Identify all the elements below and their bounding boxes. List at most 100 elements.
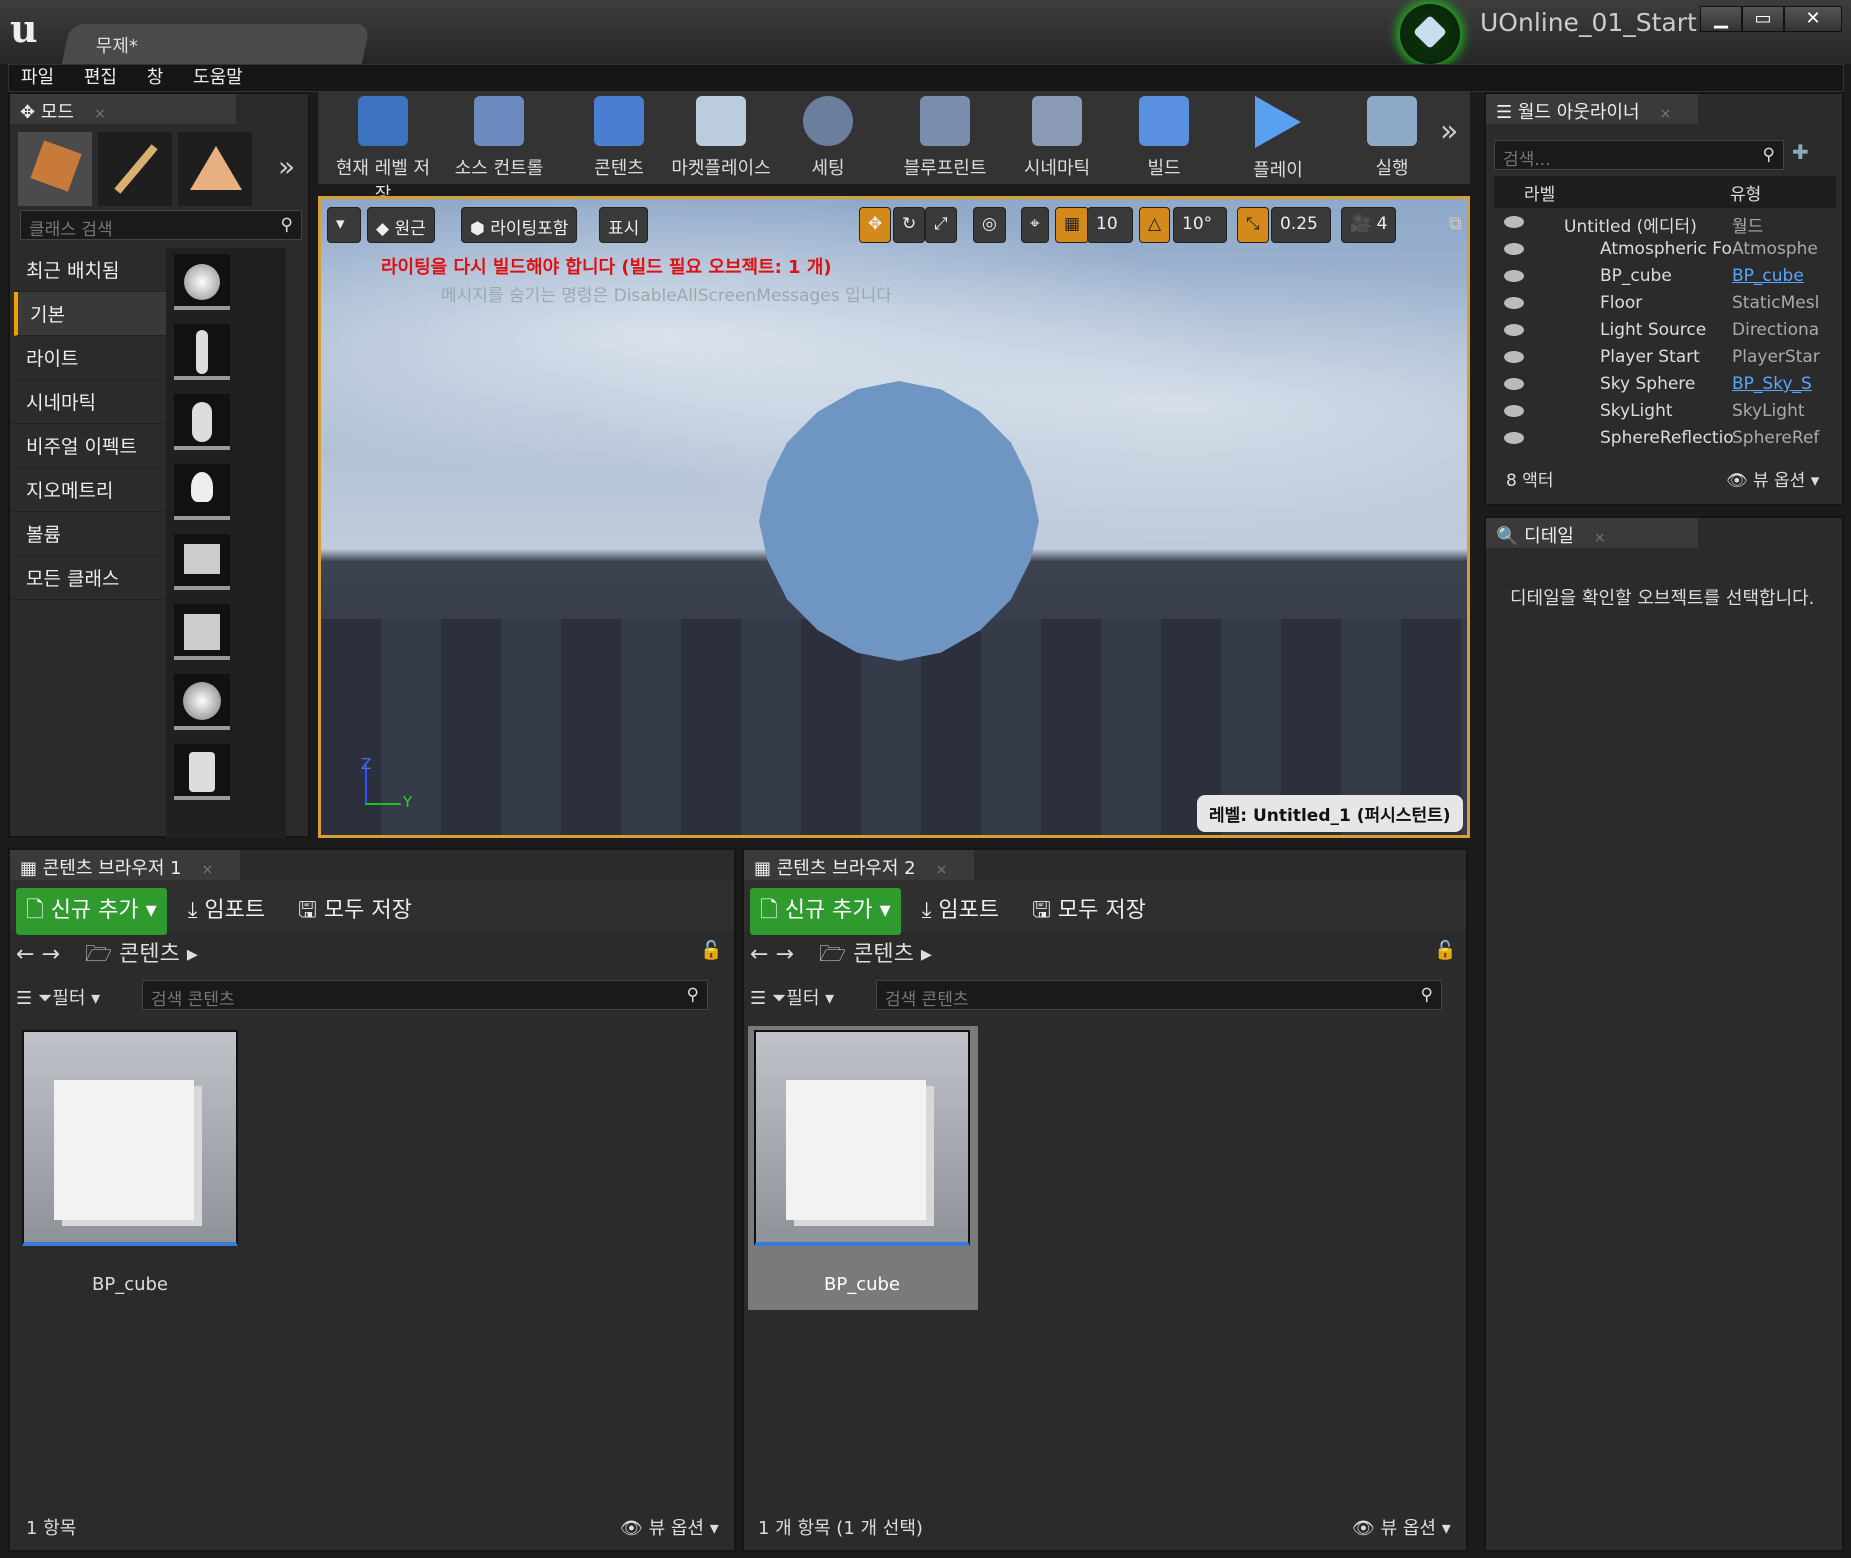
close-icon[interactable]: × [936,862,948,878]
list-item[interactable]: Atmospheric Fo Atmosphe [1494,239,1826,266]
category-basic[interactable]: 기본 [14,292,166,336]
view-options-button[interactable]: 👁 뷰 옵션 ▾ [620,1514,719,1540]
category-cinematic[interactable]: 시네마틱 [14,380,166,424]
grid-snap-icon[interactable]: ▦ [1055,207,1090,243]
rotation-snap-icon[interactable]: △ [1139,207,1171,243]
list-item[interactable]: SkyLight SkyLight [1494,401,1826,428]
rotate-icon[interactable]: ↻ [893,207,926,243]
menu-window[interactable]: 창 [135,65,176,91]
visibility-eye-icon[interactable] [1504,405,1524,417]
column-label[interactable]: 라벨 [1524,180,1555,205]
play-button[interactable]: 플레이 [1238,96,1318,181]
list-item[interactable]: Sky Sphere BP_Sky_S [1494,374,1826,401]
category-recent[interactable]: 최근 배치됨 [14,248,166,292]
visibility-eye-icon[interactable] [1504,432,1524,444]
translate-icon[interactable]: ✥ [859,207,892,243]
outliner-search-input[interactable]: 검색... ⚲ [1494,140,1784,170]
content-browser-2-tab[interactable]: ▦ 콘텐츠 브라우저 2 × [744,850,974,880]
lit-button[interactable]: ⬢ 라이팅포함 [461,207,578,243]
asset-thumbnail[interactable] [22,1030,238,1246]
forward-arrow-icon[interactable]: → [41,942,59,967]
lock-icon[interactable]: 🔓 [1434,940,1456,961]
more-toolbar-icon[interactable]: » [1440,114,1458,149]
show-button[interactable]: 표시 [599,207,649,243]
category-volumes[interactable]: 볼륨 [14,512,166,556]
document-tab[interactable]: 무제* [61,24,371,64]
maximize-button[interactable]: ▭ [1742,6,1784,32]
content-search-input[interactable]: 검색 콘텐츠 ⚲ [142,980,708,1010]
camera-speed-icon[interactable]: 🎥 4 [1341,207,1397,243]
path-arrow-icon[interactable]: ▸ [187,942,198,967]
actor-empty-icon[interactable] [174,254,230,310]
save-all-button[interactable]: 🖫 모두 저장 [298,898,412,923]
more-modes-icon[interactable]: » [278,150,295,183]
rotation-snap-value[interactable]: 10° [1173,207,1227,243]
category-visual-effects[interactable]: 비주얼 이펙트 [14,424,166,468]
world-space-icon[interactable]: ◎ [973,207,1006,243]
visibility-eye-icon[interactable] [1504,351,1524,363]
close-icon[interactable]: × [1594,530,1606,546]
place-mode-icon[interactable] [18,132,92,206]
visibility-eye-icon[interactable] [1504,297,1524,309]
type-link[interactable]: BP_cube [1732,266,1822,286]
close-button[interactable]: ✕ [1784,6,1842,32]
visibility-eye-icon[interactable] [1504,270,1524,282]
content-search-input[interactable]: 검색 콘텐츠 ⚲ [876,980,1442,1010]
category-geometry[interactable]: 지오메트리 [14,468,166,512]
level-viewport[interactable]: ▾ ◆ 원근 ⬢ 라이팅포함 표시 ✥ ↻ ⤢ ◎ ⌖ ▦ 10 △ 10° ⤡… [318,196,1470,838]
add-new-button[interactable]: 🗋 신규 추가 ▾ [16,888,167,935]
tree-toggle-icon[interactable]: ☰ [16,988,38,1009]
close-icon[interactable]: × [1660,106,1672,122]
viewport-options-dropdown[interactable]: ▾ [327,207,361,243]
view-options-button[interactable]: 👁 뷰 옵션 ▾ [1726,466,1819,491]
visibility-eye-icon[interactable] [1504,243,1524,255]
visibility-eye-icon[interactable] [1504,324,1524,336]
cylinder-icon[interactable] [174,744,230,800]
paint-mode-icon[interactable] [98,132,172,206]
view-options-button[interactable]: 👁 뷰 옵션 ▾ [1352,1514,1451,1540]
import-button[interactable]: ⤓ 임포트 [922,898,999,923]
list-item[interactable]: SphereReflectio SphereRef [1494,428,1826,455]
list-item[interactable]: Floor StaticMesl [1494,293,1826,320]
marketplace-button[interactable]: 마켓플레이스 [666,96,776,180]
pawn-icon[interactable] [174,394,230,450]
surface-snap-icon[interactable]: ⌖ [1021,207,1049,243]
save-all-button[interactable]: 🖫 모두 저장 [1032,898,1146,923]
save-level-button[interactable]: 현재 레벨 저장 [328,96,438,205]
list-item[interactable]: Player Start PlayerStar [1494,347,1826,374]
scale-snap-value[interactable]: 0.25 [1271,207,1331,243]
player-start-icon[interactable] [174,534,230,590]
perspective-button[interactable]: ◆ 원근 [367,207,435,243]
path-arrow-icon[interactable]: ▸ [921,942,932,967]
menu-file[interactable]: 파일 [9,65,66,91]
tree-toggle-icon[interactable]: ☰ [750,988,772,1009]
cinematics-button[interactable]: 시네마틱 [1012,96,1102,180]
path-content[interactable]: 콘텐츠 [119,942,180,967]
category-lights[interactable]: 라이트 [14,336,166,380]
grid-size-value[interactable]: 10 [1087,207,1133,243]
list-item[interactable]: Light Source Directiona [1494,320,1826,347]
menu-help[interactable]: 도움말 [181,65,255,91]
content-button[interactable]: 콘텐츠 [584,96,654,180]
scale-icon[interactable]: ⤢ [925,207,957,243]
maximize-viewport-icon[interactable]: ⧉ [1449,213,1462,234]
cube-icon[interactable] [174,604,230,660]
sphere-icon[interactable] [174,674,230,730]
landscape-mode-icon[interactable] [178,132,252,206]
content-browser-1-tab[interactable]: ▦ 콘텐츠 브라우저 1 × [10,850,240,880]
type-link[interactable]: BP_Sky_S [1732,374,1822,394]
add-actor-icon[interactable]: ✚ [1792,140,1809,164]
modes-tab[interactable]: ✥ 모드 × [10,94,236,124]
scale-snap-icon[interactable]: ⤡ [1237,207,1269,243]
category-all-classes[interactable]: 모든 클래스 [14,556,166,600]
menu-edit[interactable]: 편집 [72,65,129,91]
list-item[interactable]: BP_cube BP_cube [1494,266,1826,293]
minimize-button[interactable]: ▁ [1700,6,1742,32]
close-icon[interactable]: × [94,106,106,122]
close-icon[interactable]: × [202,862,214,878]
visibility-eye-icon[interactable] [1504,216,1524,228]
launch-button[interactable]: 실행 [1352,96,1432,180]
back-arrow-icon[interactable]: ← [750,942,768,967]
lock-icon[interactable]: 🔓 [700,940,722,961]
back-arrow-icon[interactable]: ← [16,942,34,967]
